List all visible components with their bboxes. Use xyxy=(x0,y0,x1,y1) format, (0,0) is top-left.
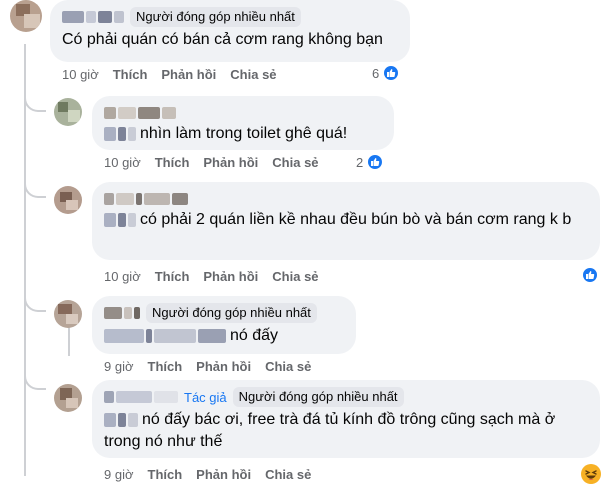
reaction-count[interactable] xyxy=(578,464,601,484)
reaction-count-text: 6 xyxy=(372,65,380,81)
share-button[interactable]: Chia sẻ xyxy=(265,359,311,374)
comment-bubble: Người đóng góp nhiều nhất Có phải quán c… xyxy=(50,0,410,62)
comment-time[interactable]: 9 giờ xyxy=(104,359,134,374)
share-button[interactable]: Chia sẻ xyxy=(230,67,276,82)
blurred-mention[interactable] xyxy=(104,126,136,141)
comment-actions: 9 giờ Thích Phản hồi Chia sẻ xyxy=(104,359,311,374)
blurred-author-name[interactable] xyxy=(104,193,188,205)
avatar[interactable] xyxy=(10,0,42,32)
top-contributor-badge: Người đóng góp nhiều nhất xyxy=(130,7,301,27)
share-button[interactable]: Chia sẻ xyxy=(272,155,318,170)
comment-bubble: có phải 2 quán liền kề nhau đều bún bò v… xyxy=(92,182,600,260)
comment-time[interactable]: 9 giờ xyxy=(104,467,134,482)
comment-actions: 9 giờ Thích Phản hồi Chia sẻ xyxy=(104,467,311,482)
top-contributor-badge: Người đóng góp nhiều nhất xyxy=(146,303,317,323)
like-button[interactable]: Thích xyxy=(148,359,183,374)
reaction-count[interactable]: 6 xyxy=(372,64,401,82)
avatar[interactable] xyxy=(54,98,82,126)
like-button[interactable]: Thích xyxy=(113,67,148,82)
comment-bubble: Tác giả Người đóng góp nhiều nhất nó đấy… xyxy=(92,380,600,458)
comment-actions: 10 giờ Thích Phản hồi Chia sẻ xyxy=(104,155,319,170)
comment-text: nó đấy bác ơi, free trà đá tủ kính đồ tr… xyxy=(104,411,556,450)
author-label: Tác giả xyxy=(184,389,227,405)
blurred-author-name[interactable] xyxy=(104,307,140,319)
blurred-mention[interactable] xyxy=(104,412,138,427)
comment-text: nó đấy xyxy=(230,327,279,344)
thread-connector xyxy=(24,178,46,198)
comment-time[interactable]: 10 giờ xyxy=(104,155,141,170)
share-button[interactable]: Chia sẻ xyxy=(265,467,311,482)
reaction-count[interactable] xyxy=(578,266,599,284)
avatar[interactable] xyxy=(54,186,82,214)
blurred-author-name[interactable] xyxy=(104,391,178,403)
thumbs-up-icon xyxy=(382,64,401,82)
top-contributor-badge: Người đóng góp nhiều nhất xyxy=(232,387,404,407)
comment-actions: 10 giờ Thích Phản hồi Chia sẻ xyxy=(62,67,277,82)
reply-button[interactable]: Phản hồi xyxy=(196,359,251,374)
thumbs-up-icon xyxy=(581,266,599,284)
thread-connector xyxy=(24,292,46,312)
thread-connector xyxy=(24,92,46,112)
comment-bubble: nhìn làm trong toilet ghê quá! xyxy=(92,96,394,150)
reply-button[interactable]: Phản hồi xyxy=(203,269,258,284)
blurred-mention[interactable] xyxy=(104,328,226,343)
reaction-count-text: 2 xyxy=(356,154,364,170)
reaction-count[interactable]: 2 xyxy=(356,153,385,171)
thread-line xyxy=(24,44,26,476)
blurred-mention[interactable] xyxy=(104,212,136,227)
share-button[interactable]: Chia sẻ xyxy=(272,269,318,284)
like-button[interactable]: Thích xyxy=(155,269,190,284)
thumbs-up-icon xyxy=(366,153,385,171)
reply-button[interactable]: Phản hồi xyxy=(203,155,258,170)
blurred-author-name[interactable] xyxy=(104,107,176,119)
blurred-author-name[interactable] xyxy=(62,11,124,23)
avatar[interactable] xyxy=(54,300,82,328)
comment-text: Có phải quán có bán cả cơm rang không bạ… xyxy=(62,31,383,48)
comment-time[interactable]: 10 giờ xyxy=(104,269,141,284)
comment-text: nhìn làm trong toilet ghê quá! xyxy=(140,125,348,142)
thread-connector xyxy=(24,370,46,390)
like-button[interactable]: Thích xyxy=(148,467,183,482)
comment-actions: 10 giờ Thích Phản hồi Chia sẻ xyxy=(104,269,319,284)
comment-time[interactable]: 10 giờ xyxy=(62,67,99,82)
like-button[interactable]: Thích xyxy=(155,155,190,170)
reply-button[interactable]: Phản hồi xyxy=(196,467,251,482)
laughing-face-icon xyxy=(581,464,601,484)
comment-bubble: Người đóng góp nhiều nhất nó đấy xyxy=(92,296,356,354)
avatar[interactable] xyxy=(54,384,82,412)
reply-button[interactable]: Phản hồi xyxy=(161,67,216,82)
comment-text: có phải 2 quán liền kề nhau đều bún bò v… xyxy=(140,211,572,228)
reply-thread-line xyxy=(68,326,70,356)
